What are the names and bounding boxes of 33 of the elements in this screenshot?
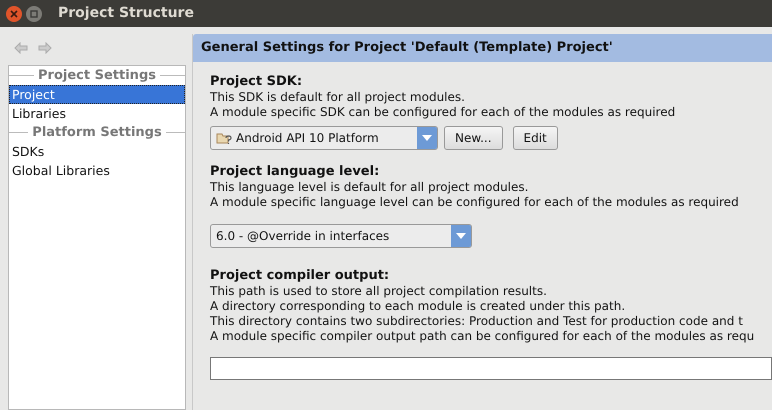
- group-header: Project Settings: [38, 66, 156, 85]
- description-text: This path is used to store all project compilation results.: [210, 284, 548, 299]
- maximize-button[interactable]: [26, 6, 42, 22]
- folder-icon: [216, 131, 232, 145]
- close-icon: [10, 10, 18, 18]
- back-arrow-icon[interactable]: [14, 42, 28, 54]
- dialog-button[interactable]: New...: [444, 126, 503, 150]
- description-text: A module specific SDK can be configured for each of the modules as required: [210, 105, 676, 120]
- sidebar-item[interactable]: Project: [9, 85, 185, 104]
- forward-arrow-icon[interactable]: [38, 42, 52, 54]
- section-heading: Project language level:: [210, 164, 380, 180]
- dialog-button[interactable]: Edit: [512, 126, 558, 150]
- sidebar-item[interactable]: Libraries: [9, 104, 185, 123]
- description-text: This SDK is default for all project modules.: [210, 90, 466, 105]
- dropdown[interactable]: 6.0 - @Override in interfaces: [210, 224, 472, 248]
- description-text: A module specific language level can be configured for each of the modules as required: [210, 195, 740, 210]
- group-header: Platform Settings: [32, 124, 162, 142]
- dropdown[interactable]: Android API 10 Platform: [210, 126, 438, 150]
- sidebar-item[interactable]: SDKs: [9, 142, 185, 161]
- dropdown-value: Android API 10 Platform: [236, 130, 379, 147]
- window-title: Project Structure: [58, 4, 194, 23]
- description-text: A directory corresponding to each module is created under this path.: [210, 299, 626, 314]
- section-heading: Project SDK:: [210, 74, 304, 90]
- path-field[interactable]: [210, 357, 772, 380]
- close-button[interactable]: [6, 6, 22, 22]
- description-text: A module specific compiler output path can be configured for each of the modules as requ: [210, 329, 756, 344]
- description-text: This language level is default for all project modules.: [210, 180, 530, 195]
- section-heading: Project compiler output:: [210, 268, 390, 284]
- sidebar-item[interactable]: Global Libraries: [9, 161, 185, 180]
- dropdown-value: 6.0 - @Override in interfaces: [216, 228, 390, 245]
- maximize-icon: [30, 10, 38, 18]
- description-text: This directory contains two subdirectories: Production and Test for production code and t: [210, 314, 744, 329]
- panel-header: General Settings for Project 'Default (Template) Project': [193, 34, 772, 62]
